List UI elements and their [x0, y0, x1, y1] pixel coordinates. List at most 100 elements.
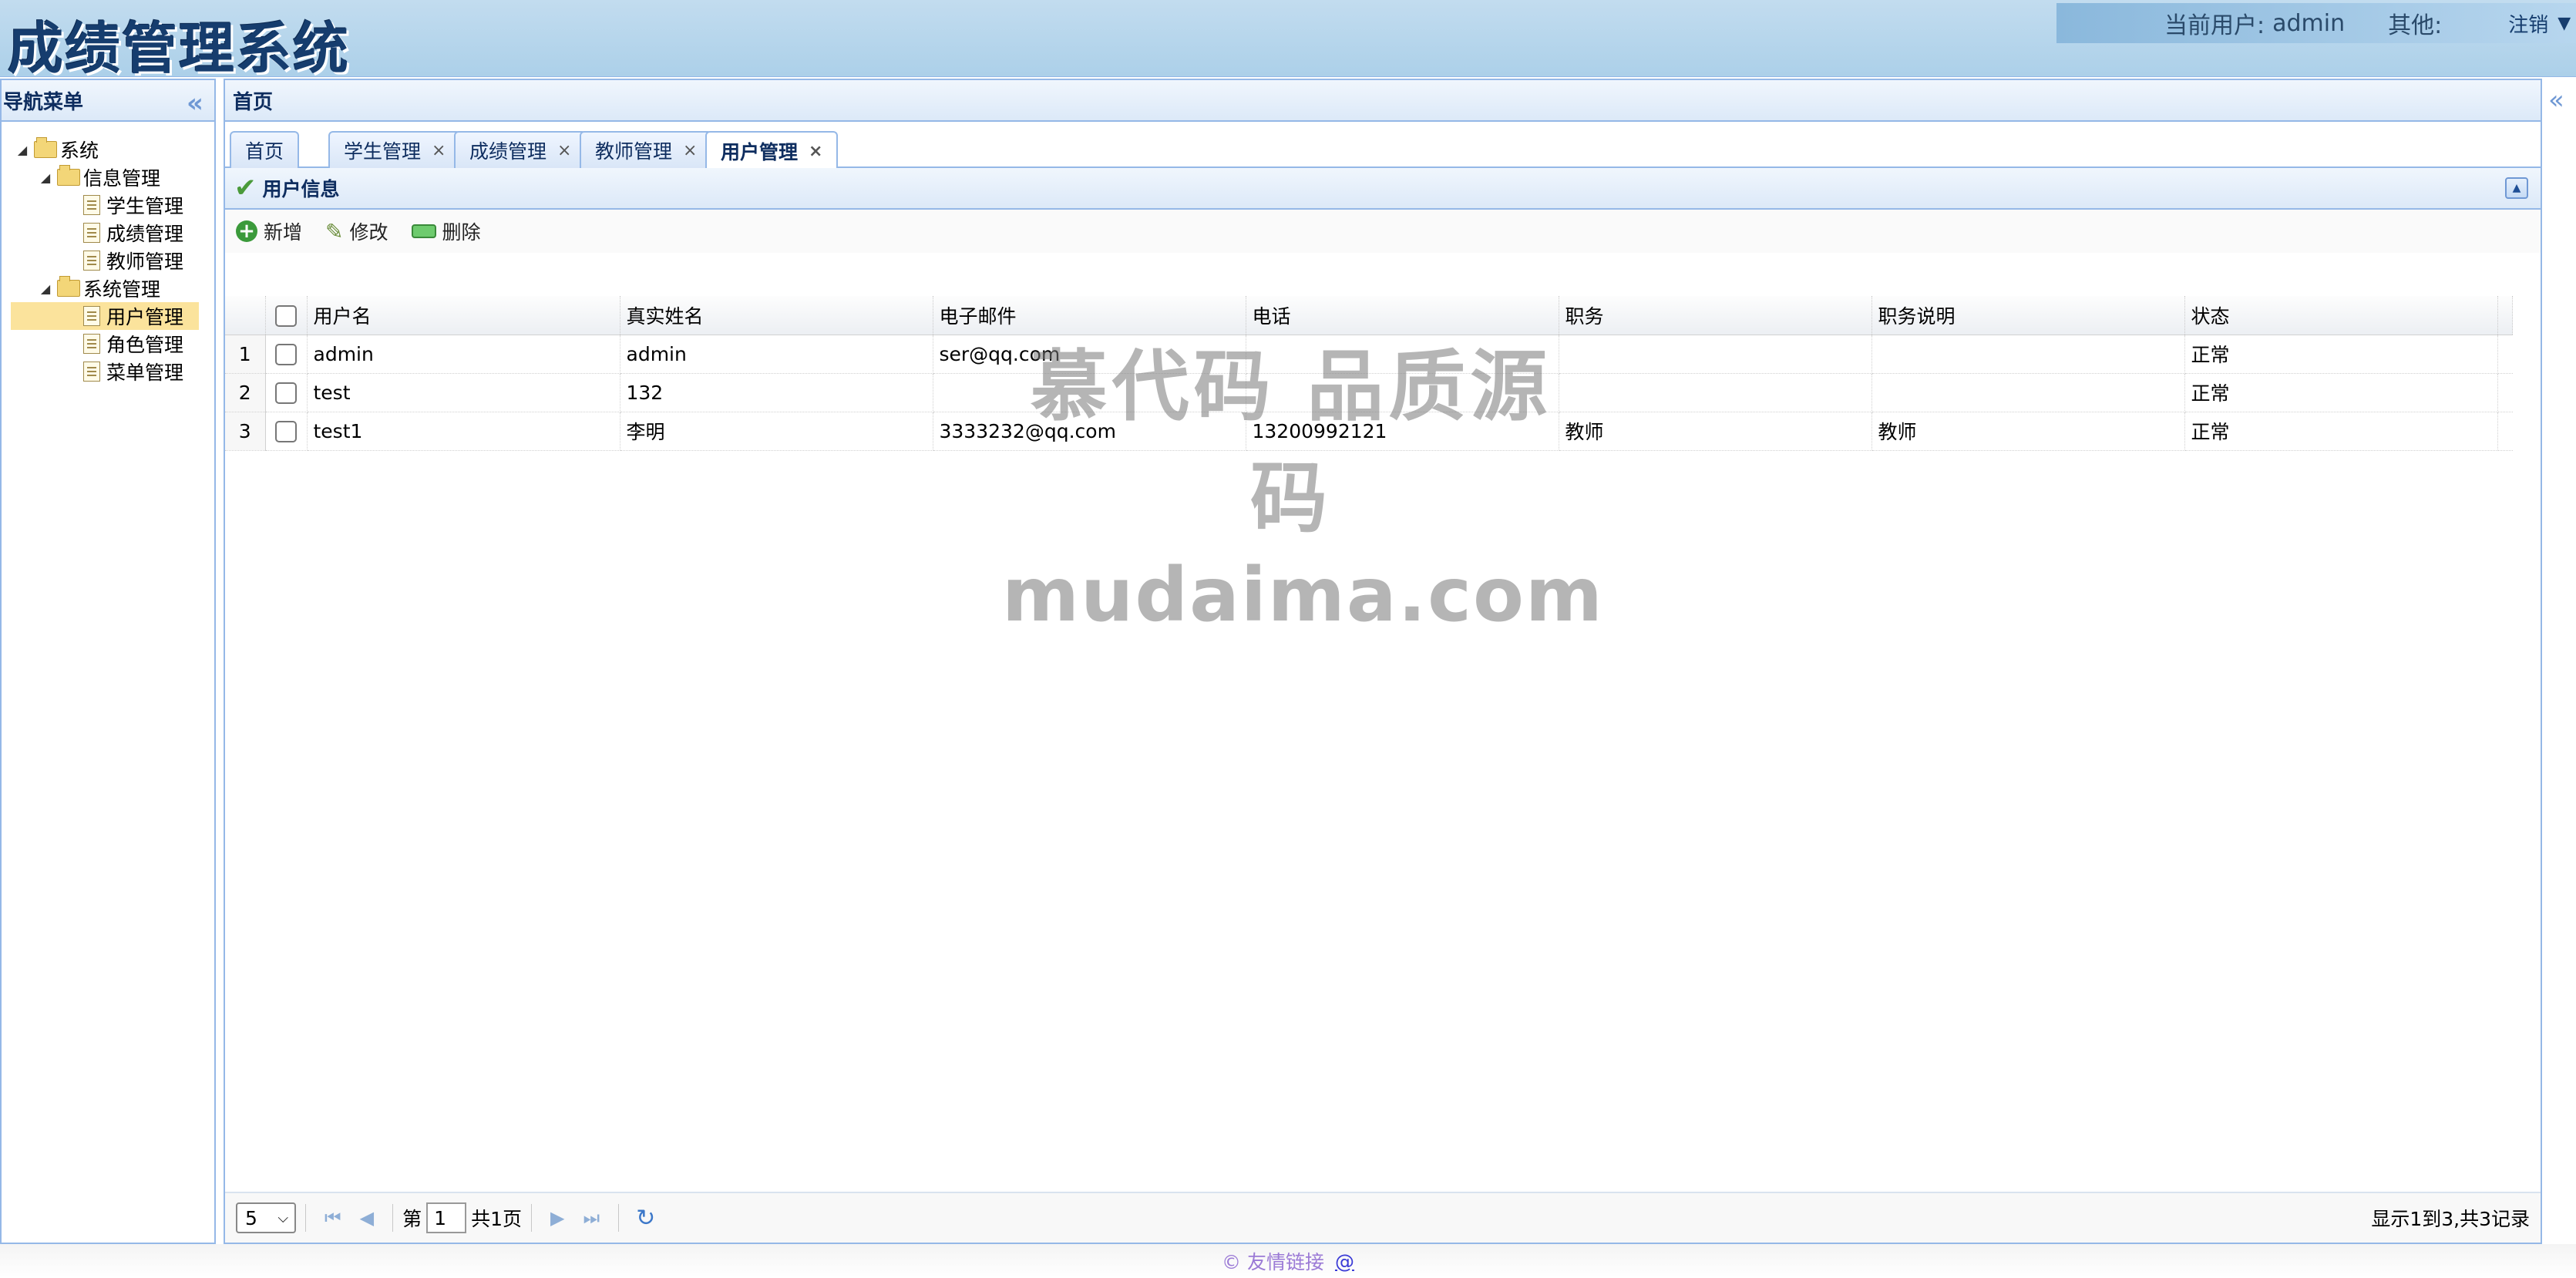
tab-item[interactable]: 首页: [230, 131, 300, 168]
footer-text[interactable]: © 友情链接: [1222, 1247, 1324, 1275]
table-cell: admin: [620, 335, 933, 374]
table-row[interactable]: 3 test1 李明 3333232@qq.com 13200992121 教师 教师 正常: [225, 412, 2513, 451]
row-number-header: [225, 296, 266, 335]
grid-body: 1 admin admin ser@qq.com 正常 2 test 132 正常 3 test1 李…: [225, 335, 2513, 451]
nav-panel-title: 导航菜单: [3, 90, 84, 114]
tree-item-label: 系统: [60, 140, 99, 162]
folder-icon: [34, 137, 57, 158]
column-header[interactable]: 职务: [1559, 296, 1872, 335]
row-number: 3: [225, 412, 266, 451]
column-header[interactable]: 状态: [2184, 296, 2498, 335]
expand-toggle-icon[interactable]: ◢: [39, 281, 52, 296]
page-size-select[interactable]: 5 ⌵: [236, 1202, 296, 1233]
close-icon[interactable]: ×: [683, 141, 697, 160]
tree-item-label: 用户管理: [106, 306, 184, 328]
nav-panel: 导航菜单 « ◢ 系统 ◢ 信息管理 学生管理 成绩管理 教师管理 ◢ 系统管理用户管理 角色管理…: [0, 79, 216, 1244]
file-icon: [83, 334, 100, 354]
grid-toolbar: + 新增 ✎ 修改 删除: [225, 210, 2541, 253]
pager-separator: [305, 1204, 306, 1232]
file-icon: [83, 306, 100, 326]
tree-item[interactable]: ◢ 系统管理: [2, 274, 214, 302]
row-checkbox[interactable]: [275, 421, 297, 442]
edit-label: 修改: [349, 221, 388, 244]
tab-label: 教师管理: [595, 140, 673, 163]
delete-label: 删除: [442, 221, 481, 244]
pager-separator: [531, 1204, 532, 1232]
logout-button[interactable]: 注销: [2508, 9, 2548, 38]
table-cell: [1559, 373, 1872, 412]
table-cell: test: [307, 373, 620, 412]
app-title: 成绩管理系统: [8, 16, 351, 81]
delete-button[interactable]: 删除: [411, 217, 481, 245]
prev-page-icon[interactable]: ◀: [360, 1207, 374, 1229]
footer-link[interactable]: @: [1335, 1250, 1354, 1273]
close-icon[interactable]: ×: [809, 142, 822, 161]
select-all-checkbox[interactable]: [275, 304, 297, 327]
table-row[interactable]: 2 test 132 正常: [225, 373, 2513, 412]
tree-item[interactable]: 成绩管理: [2, 219, 214, 247]
add-button[interactable]: + 新增: [236, 217, 302, 245]
file-icon: [83, 195, 100, 215]
center-panel: 首页 首页 学生管理 × 成绩管理 × 教师管理 × 用户管理 × ✔ 用户信息 ▲ + 新增 …: [224, 79, 2542, 1244]
collapse-right-icon[interactable]: «: [2548, 85, 2564, 116]
row-select-cell: [265, 373, 308, 412]
tab-item[interactable]: 教师管理 ×: [580, 131, 713, 168]
row-checkbox[interactable]: [275, 382, 297, 404]
expand-toggle-icon[interactable]: ◢: [39, 170, 52, 185]
table-cell: 正常: [2184, 373, 2498, 412]
column-header[interactable]: 职务说明: [1871, 296, 2185, 335]
close-icon[interactable]: ×: [432, 141, 446, 160]
pager-separator: [618, 1204, 620, 1232]
pencil-icon: ✎: [325, 218, 344, 244]
tree-item[interactable]: 用户管理: [11, 302, 199, 330]
tab-item[interactable]: 学生管理 ×: [328, 131, 462, 168]
tab-item[interactable]: 成绩管理 ×: [454, 131, 587, 168]
table-cell: [1871, 335, 2185, 374]
select-all-header: [265, 296, 308, 335]
collapse-left-icon[interactable]: «: [187, 88, 203, 119]
table-cell: 13200992121: [1246, 412, 1559, 451]
expand-toggle-icon[interactable]: ◢: [15, 143, 29, 157]
folder-icon: [57, 276, 80, 297]
table-cell: admin: [307, 335, 620, 374]
tree-item-label: 菜单管理: [106, 362, 184, 384]
app-header: 成绩管理系统 当前用户: admin 其他: 注销 ▼: [0, 0, 2576, 81]
chevron-down-icon[interactable]: ▼: [2558, 14, 2571, 33]
tab-item[interactable]: 用户管理 ×: [705, 131, 839, 170]
tree-item[interactable]: 菜单管理: [2, 358, 214, 385]
tab-label: 首页: [245, 140, 284, 163]
grid-header-row: 用户名 真实姓名 电子邮件 电话 职务 职务说明 状态: [225, 296, 2513, 335]
refresh-icon[interactable]: ↻: [636, 1205, 655, 1232]
collapse-panel-icon[interactable]: ▲: [2505, 177, 2528, 199]
table-cell: [1871, 373, 2185, 412]
table-cell: 教师: [1559, 412, 1872, 451]
column-header[interactable]: 真实姓名: [620, 296, 933, 335]
column-header[interactable]: 用户名: [307, 296, 620, 335]
table-cell: 正常: [2184, 412, 2498, 451]
column-header[interactable]: 电话: [1246, 296, 1559, 335]
tab-strip: 首页 学生管理 × 成绩管理 × 教师管理 × 用户管理 ×: [225, 123, 2541, 170]
tree-item[interactable]: ◢ 系统: [2, 136, 214, 163]
nav-panel-header: 导航菜单 «: [2, 80, 214, 122]
first-page-icon[interactable]: ⏮: [325, 1207, 341, 1229]
row-select-cell: [265, 335, 308, 374]
row-checkbox[interactable]: [275, 344, 297, 365]
column-header[interactable]: 电子邮件: [933, 296, 1246, 335]
tree-item[interactable]: 学生管理: [2, 191, 214, 219]
user-bar: 当前用户: admin 其他: 注销 ▼: [2056, 3, 2576, 43]
tree-item[interactable]: 角色管理: [2, 330, 214, 358]
tree-item-label: 系统管理: [83, 278, 161, 301]
table-row[interactable]: 1 admin admin ser@qq.com 正常: [225, 335, 2513, 374]
edit-button[interactable]: ✎ 修改: [325, 217, 388, 245]
last-page-icon[interactable]: ⏭: [583, 1207, 600, 1229]
row-filler: [2497, 412, 2513, 451]
add-label: 新增: [264, 221, 303, 244]
page-number-input[interactable]: 1: [426, 1202, 467, 1233]
next-page-icon[interactable]: ▶: [550, 1207, 564, 1229]
check-icon: ✔: [234, 173, 257, 203]
tree-item[interactable]: ◢ 信息管理: [2, 163, 214, 191]
current-user-label: 当前用户:: [2164, 12, 2265, 39]
center-panel-title: 首页: [233, 90, 274, 114]
close-icon[interactable]: ×: [557, 141, 571, 160]
tree-item[interactable]: 教师管理: [2, 247, 214, 274]
